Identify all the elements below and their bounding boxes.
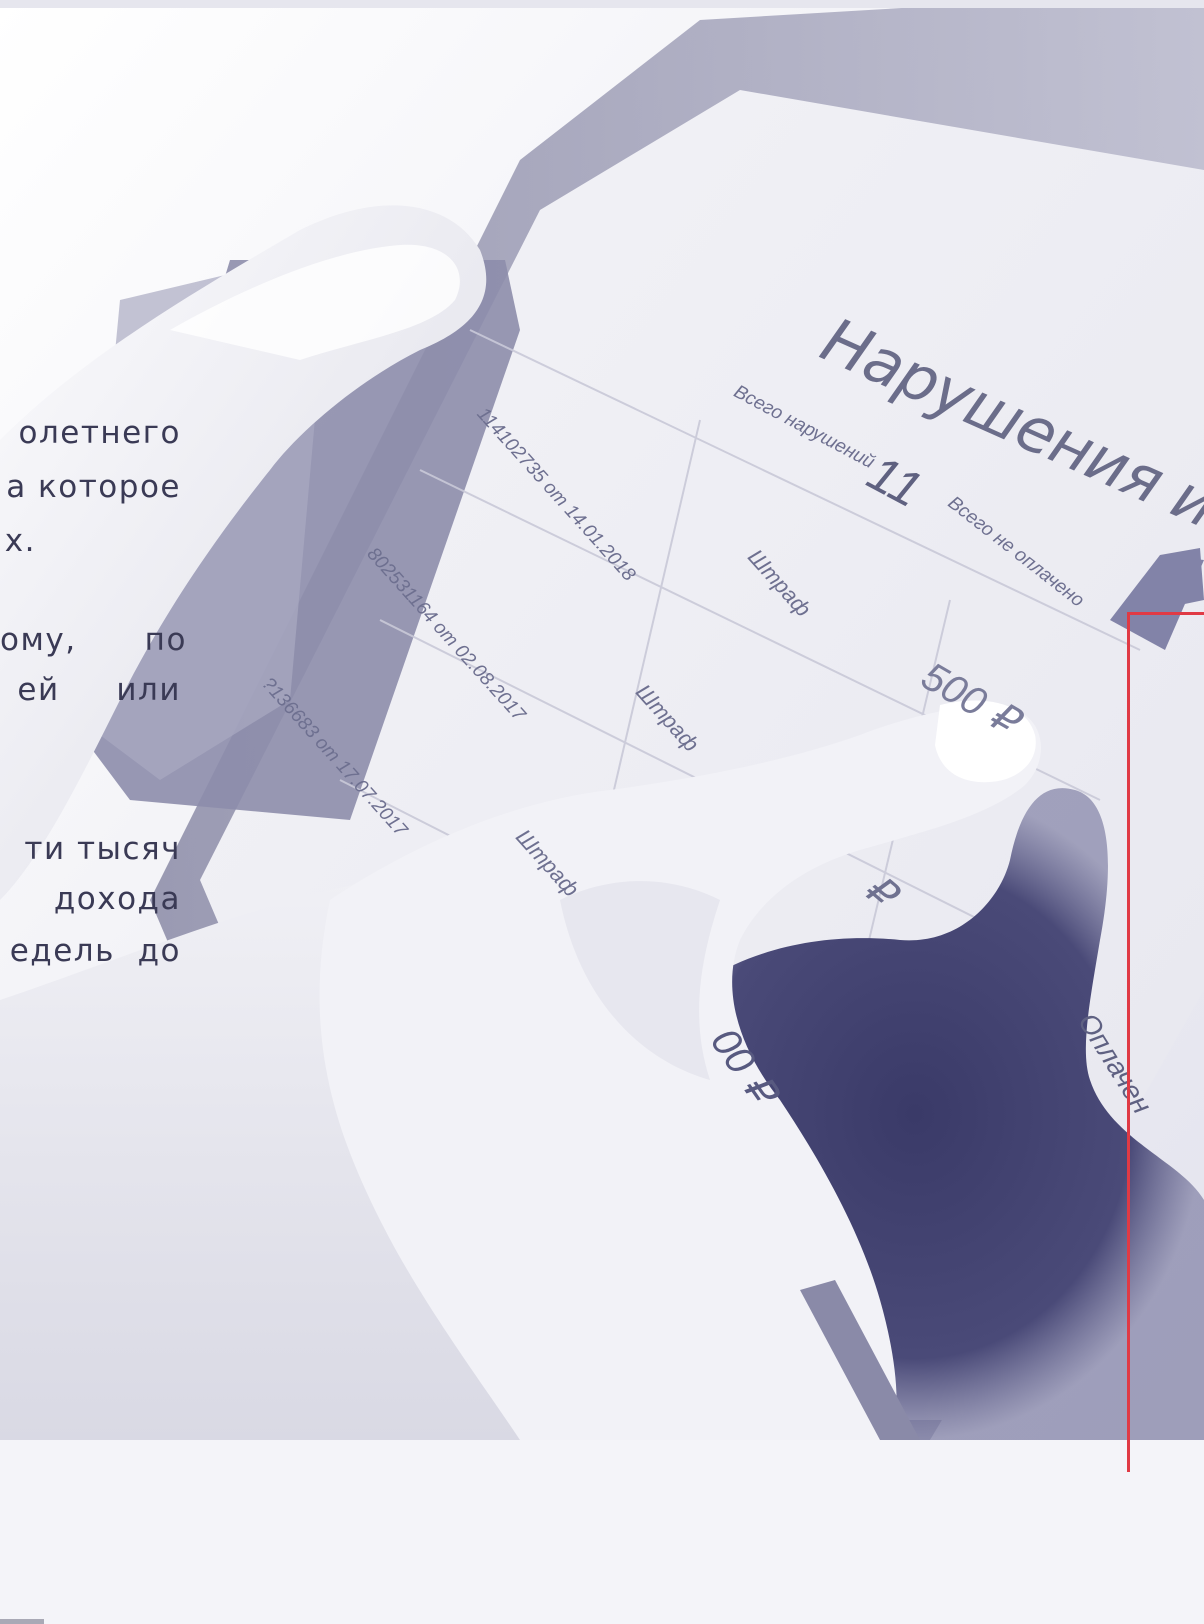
body-text-line-6: ти тысяч	[24, 831, 181, 867]
body-text-line-2: а которое	[6, 469, 181, 505]
body-text-line-1: олетнего	[18, 415, 181, 451]
highlight-frame	[1127, 612, 1204, 1472]
body-text-line-4: ому, по	[0, 622, 187, 658]
tablet-hand-photo	[0, 0, 1204, 1440]
body-text-line-3: х.	[4, 523, 36, 559]
body-text-line-8: едель до	[9, 933, 181, 969]
body-text-line-7: дохода	[53, 881, 181, 917]
body-text-line-5: ей или	[17, 672, 181, 708]
divider-line	[0, 1619, 44, 1624]
